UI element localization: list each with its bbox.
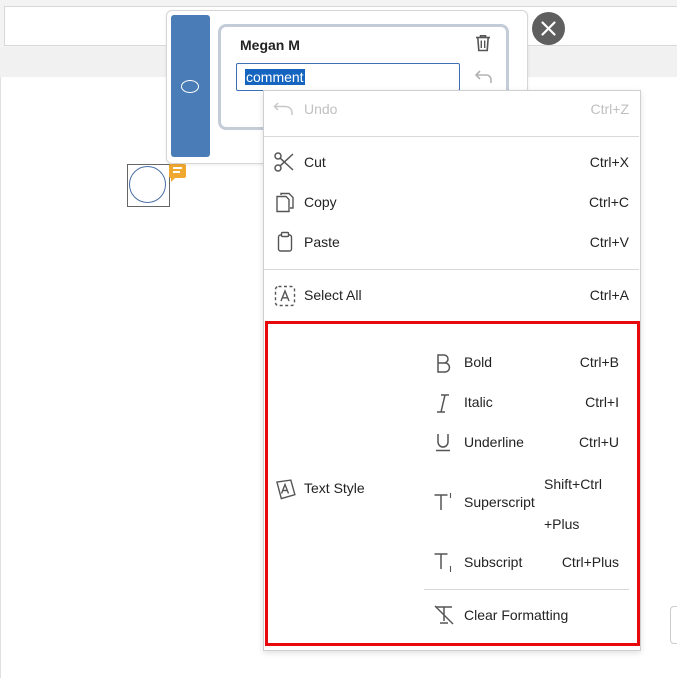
menu-item-undo: Undo: [304, 101, 338, 117]
paste-shortcut: Ctrl+V: [589, 234, 629, 250]
menu-item-cut[interactable]: Cut: [304, 154, 326, 170]
ellipse-shape[interactable]: [129, 166, 166, 203]
undo-shortcut: Ctrl+Z: [590, 101, 630, 117]
scissors-icon: [273, 151, 295, 178]
select-all-shortcut: Ctrl+A: [589, 287, 629, 303]
menu-item-select-all[interactable]: Select All: [304, 287, 362, 303]
comment-input-text[interactable]: comment: [245, 69, 305, 85]
undo-icon: [273, 101, 295, 122]
menu-divider: [264, 136, 639, 137]
copy-icon: [275, 191, 295, 218]
trash-icon[interactable]: [473, 33, 493, 53]
comment-author: Megan M: [240, 37, 300, 53]
cut-shortcut: Ctrl+X: [589, 154, 629, 170]
menu-item-copy[interactable]: Copy: [304, 194, 337, 210]
close-icon[interactable]: [532, 12, 565, 45]
ellipse-icon: [181, 80, 199, 93]
select-all-icon: [274, 285, 296, 312]
reply-icon[interactable]: [474, 68, 494, 86]
highlight-box: [265, 321, 640, 646]
menu-item-paste[interactable]: Paste: [304, 234, 340, 250]
copy-shortcut: Ctrl+C: [588, 194, 629, 210]
comment-badge-icon[interactable]: [169, 164, 186, 182]
clipboard-icon: [276, 231, 294, 258]
side-panel-handle[interactable]: [670, 606, 677, 644]
menu-divider: [264, 269, 639, 270]
